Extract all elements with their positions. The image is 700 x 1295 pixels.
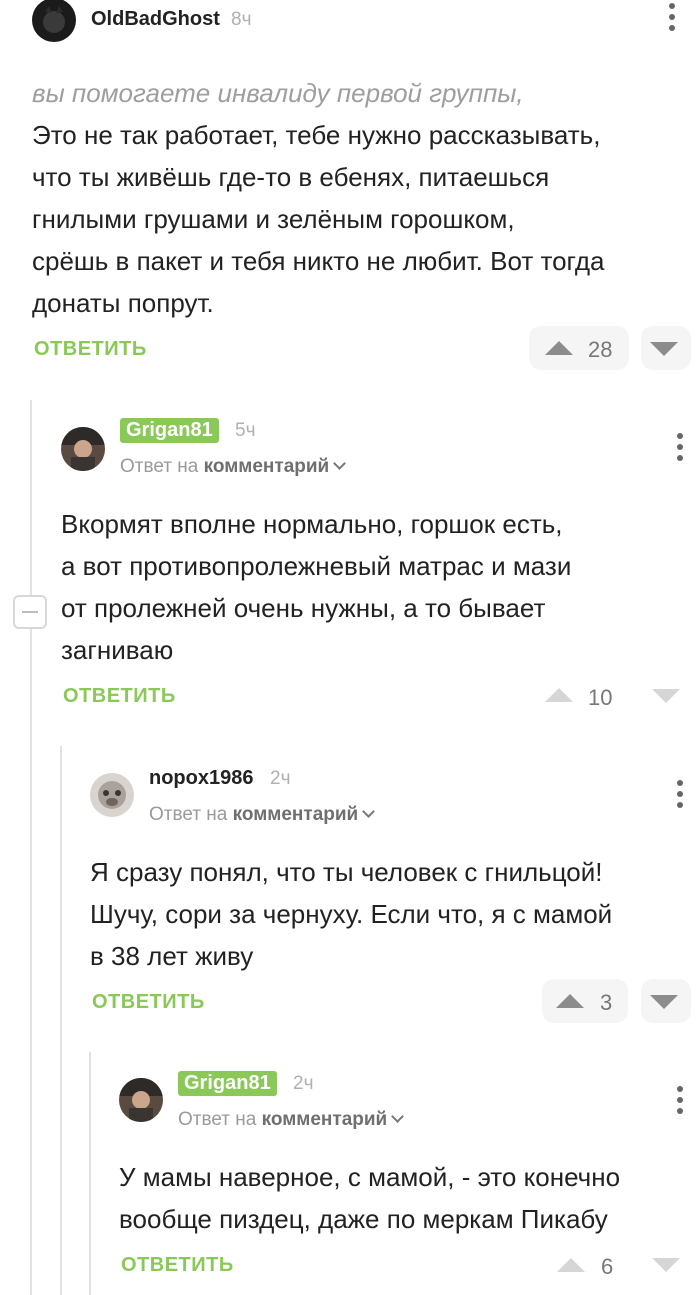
quoted-text: вы помогаете инвалиду первой группы, <box>32 78 524 108</box>
downvote-icon[interactable] <box>652 689 680 703</box>
comment-text: Это не так работает, тебе нужно рассказы… <box>32 120 605 318</box>
reply-to-link[interactable]: Ответ на комментарий <box>178 1109 405 1131</box>
reply-to-target: комментарий <box>203 456 330 477</box>
avatar[interactable] <box>90 773 134 817</box>
upvote-icon[interactable] <box>556 994 584 1008</box>
reply-to-target: комментарий <box>232 804 359 825</box>
thread-line-level-2[interactable] <box>60 746 62 1295</box>
vote-box <box>529 326 629 370</box>
chevron-down-icon <box>333 457 347 470</box>
reply-to-link[interactable]: Ответ на комментарий <box>149 804 376 826</box>
downvote-icon[interactable] <box>650 995 678 1009</box>
more-options-icon[interactable] <box>669 3 675 36</box>
author-name[interactable]: Grigan81 <box>120 418 219 443</box>
vote-box <box>542 979 628 1023</box>
reply-to-link[interactable]: Ответ на комментарий <box>120 456 347 478</box>
comment-text: Вкормят вполне нормально, горшок есть, а… <box>61 509 572 665</box>
reply-button[interactable]: ОТВЕТИТЬ <box>34 338 147 361</box>
rating-count: 28 <box>588 337 613 362</box>
comment-time: 2ч <box>293 1073 314 1094</box>
comment-text: Я сразу понял, что ты человек с гнильцой… <box>90 857 613 971</box>
more-options-icon[interactable] <box>677 780 683 813</box>
chevron-down-icon <box>391 1110 405 1123</box>
upvote-icon[interactable] <box>557 1258 585 1272</box>
rating-count: 3 <box>600 990 613 1015</box>
downvote-icon[interactable] <box>652 1258 680 1272</box>
upvote-icon[interactable] <box>545 688 573 702</box>
reply-button[interactable]: ОТВЕТИТЬ <box>121 1254 234 1277</box>
rating-count: 6 <box>601 1254 614 1279</box>
reply-to-prefix: Ответ на <box>120 456 199 477</box>
avatar[interactable] <box>119 1078 163 1122</box>
comment-time: 5ч <box>235 420 256 441</box>
comment-time: 2ч <box>270 768 291 789</box>
downvote-icon[interactable] <box>650 342 678 356</box>
avatar[interactable] <box>61 427 105 471</box>
avatar[interactable] <box>32 0 76 42</box>
thread-line-level-3[interactable] <box>89 1052 91 1295</box>
comment-text: У мамы наверное, с мамой, - это конечно … <box>119 1162 621 1234</box>
reply-button[interactable]: ОТВЕТИТЬ <box>63 685 176 708</box>
reply-to-target: комментарий <box>261 1109 388 1130</box>
reply-to-prefix: Ответ на <box>149 804 228 825</box>
rating-count: 10 <box>588 685 613 710</box>
author-name[interactable]: nopox1986 <box>149 767 253 790</box>
chevron-down-icon <box>362 805 376 818</box>
comment-time: 8ч <box>231 9 252 30</box>
more-options-icon[interactable] <box>677 433 683 466</box>
upvote-icon[interactable] <box>545 341 573 355</box>
collapse-thread-button[interactable] <box>13 595 47 629</box>
more-options-icon[interactable] <box>677 1086 683 1119</box>
author-name[interactable]: Grigan81 <box>178 1071 277 1096</box>
reply-to-prefix: Ответ на <box>178 1109 257 1130</box>
reply-button[interactable]: ОТВЕТИТЬ <box>92 991 205 1014</box>
thread-line-level-1[interactable] <box>30 400 32 1295</box>
author-name[interactable]: OldBadGhost <box>91 8 220 31</box>
